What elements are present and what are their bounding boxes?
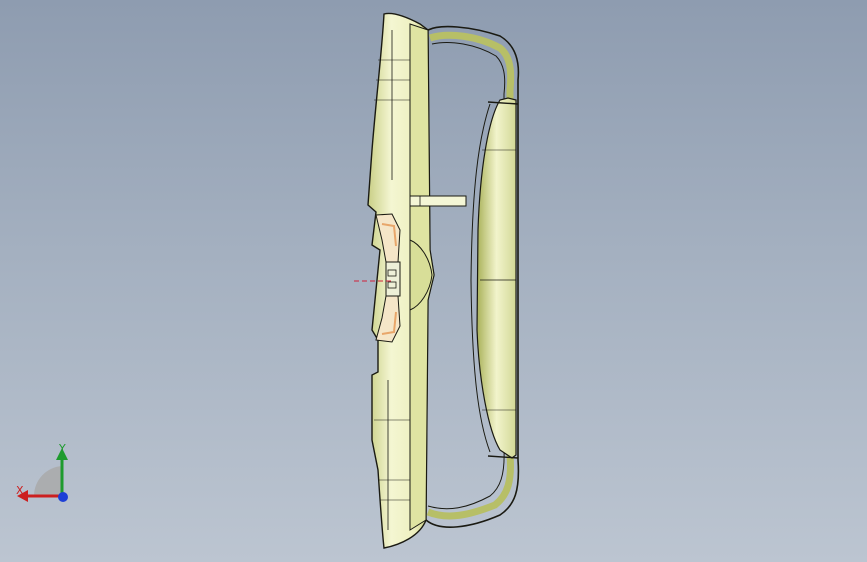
- x-axis-label: X: [16, 484, 24, 497]
- y-axis-label: Y: [59, 442, 66, 455]
- axis-triad: X Y: [12, 440, 78, 510]
- bumper-part-model[interactable]: [0, 0, 867, 562]
- loop-inner-panel: [476, 97, 517, 459]
- triad-plane-icon: [33, 466, 62, 496]
- z-axis-dot: [58, 492, 68, 502]
- model-viewport[interactable]: X Y: [0, 0, 867, 562]
- mount-tab: [409, 195, 467, 207]
